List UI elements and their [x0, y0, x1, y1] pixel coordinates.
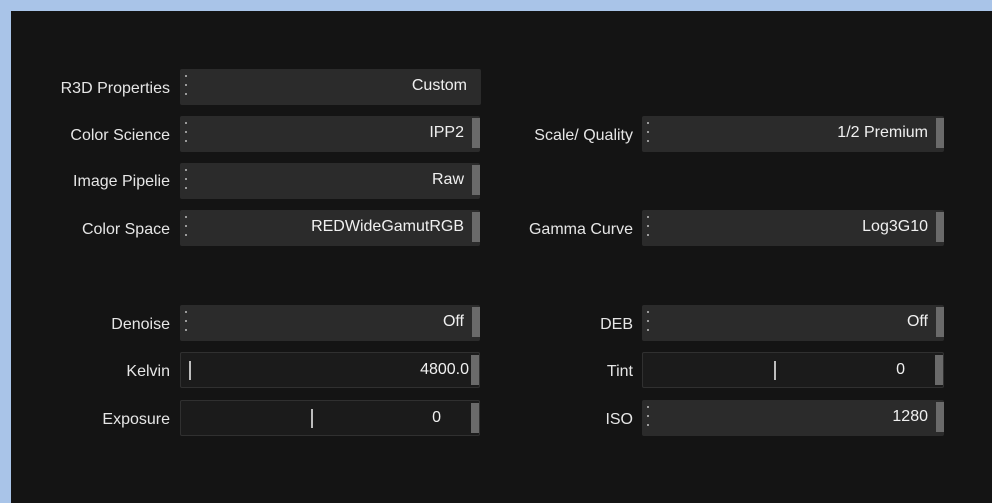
deb-value: Off — [906, 313, 928, 330]
r3d-properties-label: R3D Properties — [60, 80, 170, 97]
stepper-dots-icon — [645, 119, 651, 147]
stepper-dots-icon — [183, 213, 189, 241]
exposure-label: Exposure — [102, 411, 170, 428]
stepper-dots-icon — [645, 213, 651, 241]
dropdown-handle[interactable] — [936, 307, 944, 337]
image-pipeline-dropdown[interactable]: Raw — [180, 163, 480, 199]
dropdown-handle[interactable] — [936, 118, 944, 148]
denoise-value: Off — [442, 313, 464, 330]
r3d-properties-value: Custom — [411, 77, 467, 94]
dropdown-handle[interactable] — [472, 307, 480, 337]
stepper-dots-icon — [645, 308, 651, 336]
r3d-properties-dropdown[interactable]: Custom — [180, 69, 481, 105]
stepper-dots-icon — [645, 403, 651, 431]
iso-value: 1280 — [892, 408, 928, 425]
image-pipeline-label: Image Pipelie — [73, 173, 170, 190]
denoise-label: Denoise — [111, 316, 170, 333]
dropdown-handle[interactable] — [936, 212, 944, 242]
tint-label: Tint — [606, 363, 633, 380]
deb-label: DEB — [600, 316, 633, 333]
color-science-dropdown[interactable]: IPP2 — [180, 116, 480, 152]
image-pipeline-value: Raw — [431, 171, 464, 188]
scale-quality-label: Scale/ Quality — [534, 127, 633, 144]
dropdown-handle[interactable] — [472, 212, 480, 242]
gamma-curve-value: Log3G10 — [862, 218, 928, 235]
kelvin-value[interactable]: 4800.0 — [420, 353, 469, 387]
iso-label: ISO — [605, 411, 633, 428]
exposure-slider[interactable]: 0 — [180, 400, 480, 436]
gamma-curve-dropdown[interactable]: Log3G10 — [642, 210, 944, 246]
exposure-value[interactable]: 0 — [432, 401, 441, 435]
tint-slider[interactable]: 0 — [642, 352, 944, 388]
window-frame-left — [0, 0, 11, 503]
kelvin-label: Kelvin — [126, 363, 170, 380]
scale-quality-dropdown[interactable]: 1/2 Premium — [642, 116, 944, 152]
window-frame-top — [0, 0, 992, 11]
color-space-value: REDWideGamutRGB — [311, 218, 464, 235]
iso-dropdown[interactable]: 1280 — [642, 400, 944, 436]
tint-value[interactable]: 0 — [896, 353, 905, 387]
denoise-dropdown[interactable]: Off — [180, 305, 480, 341]
deb-dropdown[interactable]: Off — [642, 305, 944, 341]
stepper-dots-icon — [183, 72, 189, 100]
slider-handle[interactable] — [189, 361, 191, 380]
dropdown-handle[interactable] — [472, 165, 480, 195]
dropdown-handle[interactable] — [936, 402, 944, 432]
slider-end-tab[interactable] — [471, 355, 479, 385]
slider-handle[interactable] — [774, 361, 776, 380]
color-space-label: Color Space — [81, 221, 170, 238]
slider-end-tab[interactable] — [471, 403, 479, 433]
gamma-curve-label: Gamma Curve — [528, 221, 633, 238]
r3d-settings-panel: R3D Properties Custom Color Science IPP2… — [11, 11, 992, 503]
slider-end-tab[interactable] — [935, 355, 943, 385]
stepper-dots-icon — [183, 308, 189, 336]
color-science-value: IPP2 — [429, 124, 464, 141]
dropdown-handle[interactable] — [472, 118, 480, 148]
scale-quality-value: 1/2 Premium — [837, 124, 928, 141]
stepper-dots-icon — [183, 119, 189, 147]
stepper-dots-icon — [183, 166, 189, 194]
slider-handle[interactable] — [311, 409, 313, 428]
color-space-dropdown[interactable]: REDWideGamutRGB — [180, 210, 480, 246]
kelvin-slider[interactable]: 4800.0 — [180, 352, 480, 388]
color-science-label: Color Science — [70, 127, 170, 144]
